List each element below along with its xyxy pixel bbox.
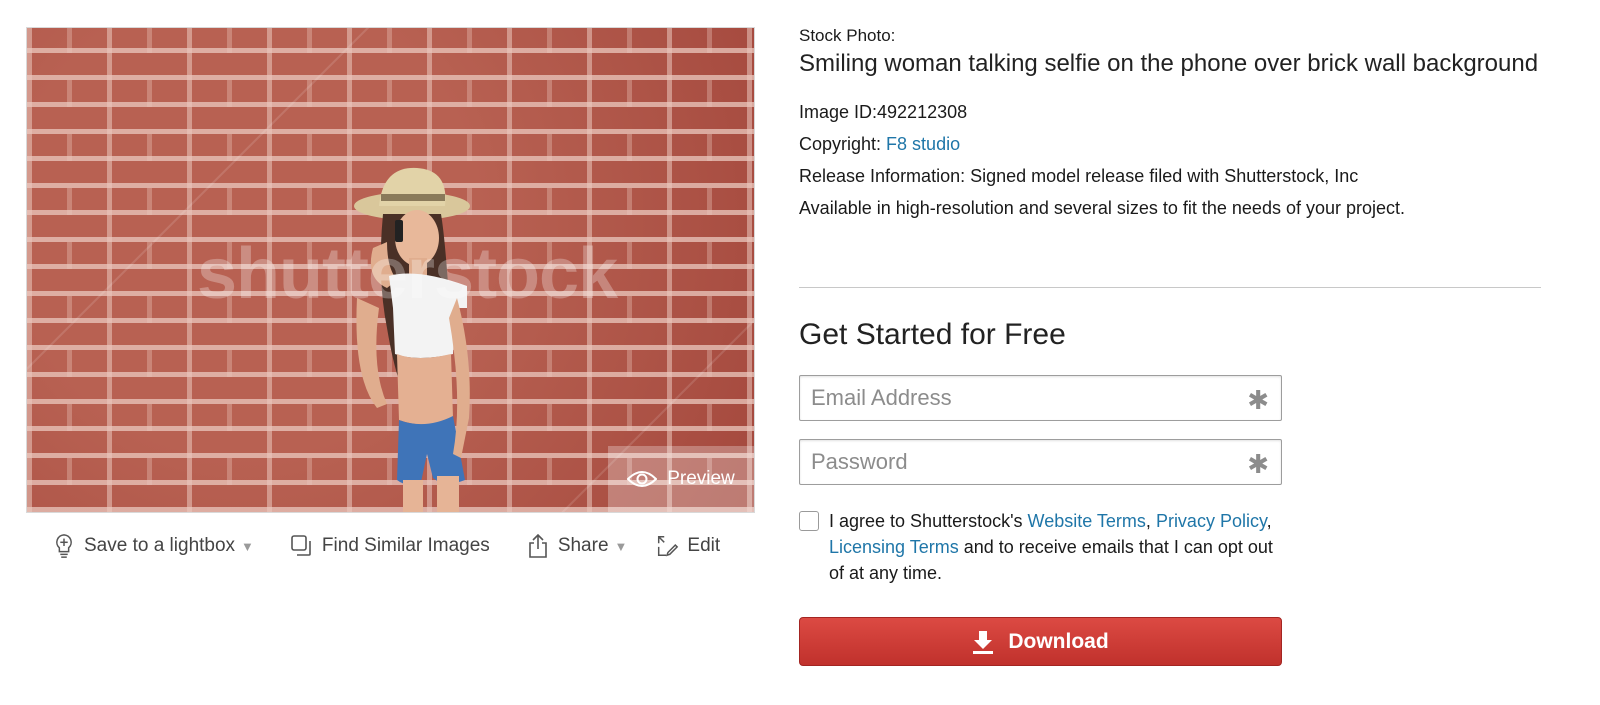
image-actions: Save to a lightbox ▼ Find Similar Images… bbox=[52, 530, 720, 562]
preview-button[interactable]: Preview bbox=[608, 446, 754, 512]
comma: , bbox=[1145, 511, 1156, 531]
stock-photo-label: Stock Photo: bbox=[799, 26, 896, 45]
release-info: Release Information: Signed model releas… bbox=[799, 166, 1359, 186]
image-id: Image ID:492212308 bbox=[799, 102, 968, 122]
find-similar-button[interactable]: Find Similar Images bbox=[290, 533, 490, 559]
copyright-line: Copyright: F8 studio bbox=[799, 128, 1539, 160]
share-button[interactable]: Share ▼ bbox=[526, 533, 628, 559]
similar-label: Find Similar Images bbox=[321, 535, 490, 556]
edit-button[interactable]: Edit bbox=[655, 533, 720, 559]
terms-agreement: I agree to Shutterstock's Website Terms,… bbox=[799, 508, 1279, 586]
agree-checkbox[interactable] bbox=[799, 511, 819, 531]
image-meta: Image ID:492212308 Copyright: F8 studio … bbox=[799, 96, 1539, 224]
save-label: Save to a lightbox bbox=[84, 535, 236, 556]
required-icon: ✱ bbox=[1247, 449, 1269, 479]
availability-info: Available in high-resolution and several… bbox=[799, 198, 1406, 218]
download-icon bbox=[973, 630, 994, 654]
email-field: ✱ bbox=[799, 375, 1282, 421]
password-field: ✱ bbox=[799, 439, 1282, 485]
email-input[interactable] bbox=[800, 376, 1231, 420]
download-label: Download bbox=[1008, 629, 1109, 653]
similar-images-icon bbox=[291, 535, 311, 556]
agree-prefix: I agree to Shutterstock's bbox=[829, 511, 1028, 531]
signup-heading: Get Started for Free bbox=[799, 318, 1066, 351]
preview-label: Preview bbox=[667, 468, 735, 489]
password-input[interactable] bbox=[800, 440, 1231, 484]
agree-text: I agree to Shutterstock's Website Terms,… bbox=[829, 508, 1279, 586]
privacy-policy-link[interactable]: Privacy Policy bbox=[1156, 511, 1267, 531]
image-title: Smiling woman talking selfie on the phon… bbox=[799, 50, 1539, 77]
eye-icon bbox=[627, 471, 658, 487]
edit-icon bbox=[658, 536, 679, 557]
share-icon bbox=[529, 533, 547, 558]
save-to-lightbox-button[interactable]: Save to a lightbox ▼ bbox=[52, 533, 254, 559]
chevron-down-icon: ▼ bbox=[614, 538, 628, 554]
download-button[interactable]: Download bbox=[799, 617, 1282, 666]
woman-figure bbox=[354, 167, 470, 512]
stock-photo[interactable]: shutterstock Preview bbox=[26, 27, 755, 513]
divider bbox=[799, 287, 1541, 288]
website-terms-link[interactable]: Website Terms bbox=[1028, 511, 1146, 531]
watermark-text: shutterstock bbox=[197, 234, 618, 314]
required-icon: ✱ bbox=[1247, 385, 1269, 415]
image-info: Stock Photo: Smiling woman talking selfi… bbox=[799, 26, 1539, 224]
copyright-link[interactable]: F8 studio bbox=[886, 134, 960, 154]
edit-label: Edit bbox=[687, 535, 721, 556]
share-label: Share bbox=[557, 535, 609, 556]
lightbulb-plus-icon bbox=[56, 534, 72, 558]
comma: , bbox=[1266, 511, 1272, 531]
chevron-down-icon: ▼ bbox=[241, 538, 254, 554]
licensing-terms-link[interactable]: Licensing Terms bbox=[829, 537, 959, 557]
copyright-label: Copyright: bbox=[799, 134, 887, 154]
